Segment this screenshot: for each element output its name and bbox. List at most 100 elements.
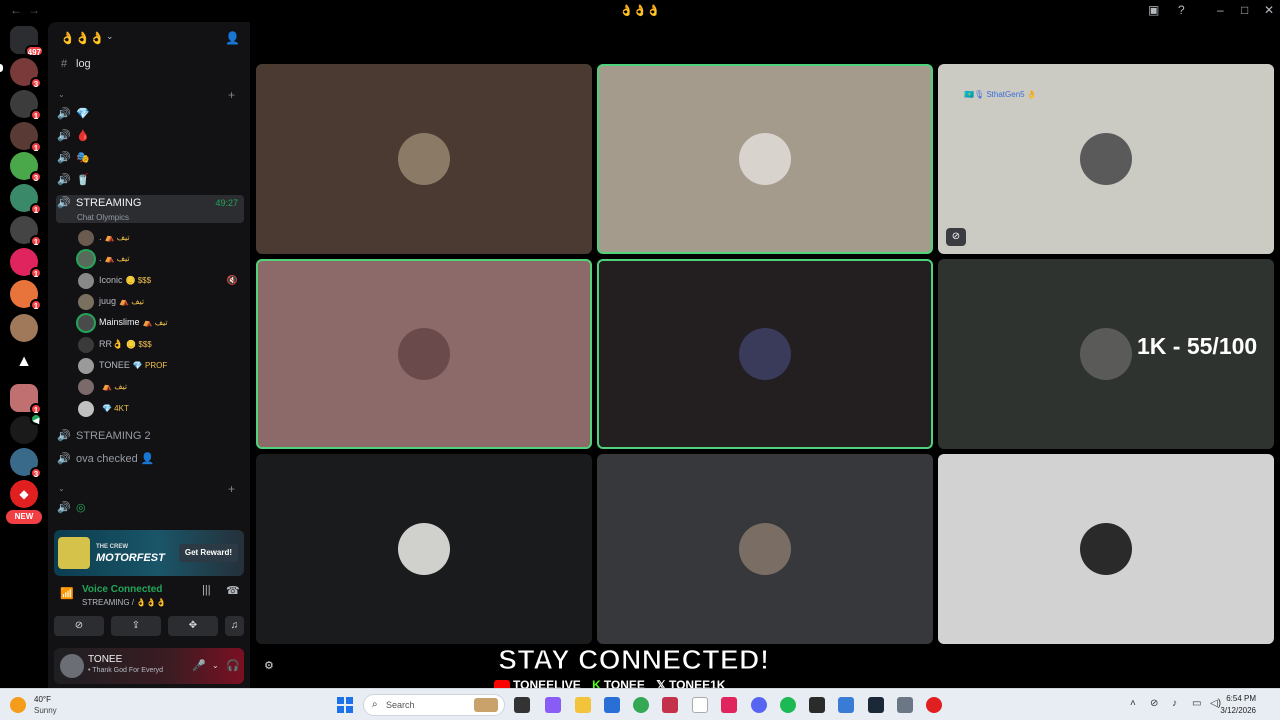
voice-member[interactable]: Mainslime ⛺ تیف bbox=[78, 313, 244, 332]
voice-connected-label[interactable]: Voice Connected bbox=[82, 584, 162, 595]
activities-button[interactable]: ✥ bbox=[168, 616, 218, 636]
disconnect-icon[interactable]: ☎ bbox=[226, 584, 240, 597]
voice-channel[interactable]: 🔊 ◎ bbox=[56, 498, 244, 518]
direct-messages-button[interactable]: 497 bbox=[10, 26, 44, 57]
video-tile[interactable] bbox=[597, 259, 933, 449]
volume-icon[interactable]: ◁) bbox=[1210, 698, 1221, 709]
voice-member[interactable]: . ⛺ تیف bbox=[78, 249, 244, 268]
voice-member[interactable]: juug ⛺ تیف bbox=[78, 292, 244, 311]
discord-taskbar-icon[interactable] bbox=[751, 697, 767, 713]
video-tile[interactable]: 🇰🇿🎙 SthatGen5 👌 ⊘ bbox=[938, 64, 1274, 254]
signal-icon[interactable]: 📶 bbox=[60, 587, 74, 600]
channel-log[interactable]: # log bbox=[56, 54, 244, 74]
store-icon[interactable] bbox=[604, 697, 620, 713]
noise-suppression-icon[interactable]: ||| bbox=[202, 584, 211, 596]
promo-game-title: THE CREW MOTORFEST bbox=[96, 544, 165, 564]
tray-chevron-icon[interactable]: ˄ bbox=[1130, 698, 1136, 709]
taskbar-clock[interactable]: 6:54 PM 3/12/2026 bbox=[1220, 693, 1256, 717]
app-icon[interactable] bbox=[662, 697, 678, 713]
channel-label: 🎭 bbox=[76, 152, 90, 164]
video-tile[interactable] bbox=[938, 454, 1274, 644]
category-chevron-icon[interactable]: ⌄ bbox=[58, 484, 65, 493]
create-channel-icon[interactable]: + bbox=[228, 88, 235, 102]
copilot-icon[interactable] bbox=[545, 697, 561, 713]
chrome-icon[interactable] bbox=[633, 697, 649, 713]
network-icon[interactable]: ⊘ bbox=[1150, 698, 1158, 709]
create-channel-icon[interactable]: + bbox=[228, 482, 235, 496]
app-icon[interactable] bbox=[721, 697, 737, 713]
server-icon[interactable]: ▲ bbox=[10, 348, 38, 376]
voice-member[interactable]: TONEE 💎 PROF bbox=[78, 356, 244, 375]
avatar bbox=[78, 378, 94, 395]
server-icon[interactable]: 3 bbox=[10, 152, 42, 183]
close-icon[interactable]: ✕ bbox=[1264, 3, 1274, 17]
voice-channel[interactable]: 🔊 🥤 bbox=[56, 170, 244, 190]
camera-toggle-button[interactable]: ⊘ bbox=[54, 616, 104, 636]
voice-channel-ova-checked[interactable]: 🔊 ova checked 👤 bbox=[56, 449, 244, 469]
voice-channel-streaming[interactable]: 🔊 STREAMING 49:27 Chat Olympics bbox=[56, 195, 244, 223]
inbox-icon[interactable]: ▣ bbox=[1148, 3, 1159, 17]
soundboard-button[interactable]: ♫ bbox=[225, 616, 244, 636]
terminal-icon[interactable] bbox=[809, 697, 825, 713]
video-tile[interactable] bbox=[597, 64, 933, 254]
voice-channel-streaming-2[interactable]: 🔊 STREAMING 2 bbox=[56, 426, 244, 446]
server-icon[interactable]: 1 bbox=[10, 280, 42, 311]
clock-date: 3/12/2026 bbox=[1220, 706, 1256, 715]
speaker-icon: 🔊 bbox=[57, 108, 71, 120]
minimize-icon[interactable]: – bbox=[1217, 3, 1224, 17]
server-icon[interactable] bbox=[10, 314, 38, 342]
spotify-icon[interactable] bbox=[780, 697, 796, 713]
app-icon[interactable] bbox=[926, 697, 942, 713]
get-reward-button[interactable]: Get Reward! bbox=[178, 544, 238, 562]
screen-share-button[interactable]: ⇪ bbox=[111, 616, 161, 636]
video-tile[interactable] bbox=[256, 259, 592, 449]
server-icon[interactable]: 3 bbox=[10, 448, 42, 479]
server-icon[interactable]: ◆ bbox=[10, 480, 38, 508]
add-member-icon[interactable]: 👤 bbox=[225, 31, 240, 45]
server-icon[interactable]: 1 bbox=[10, 384, 42, 415]
server-icon[interactable]: 1 bbox=[10, 184, 42, 215]
server-icon[interactable]: ◀ bbox=[10, 413, 42, 444]
task-view-icon[interactable] bbox=[514, 697, 530, 713]
app-icon[interactable] bbox=[838, 697, 854, 713]
unread-badge: 3 bbox=[30, 467, 42, 479]
settings-icon[interactable] bbox=[897, 697, 913, 713]
voice-channel[interactable]: 🔊 🩸 bbox=[56, 126, 244, 146]
chevron-down-icon: ⌄ bbox=[106, 31, 114, 41]
participant-name: 🇰🇿🎙 SthatGen5 👌 bbox=[964, 90, 1037, 99]
server-header[interactable]: 👌👌👌 ⌄ 👤 bbox=[48, 22, 250, 54]
server-icon[interactable]: 1 bbox=[10, 90, 42, 121]
server-icon[interactable]: 1 bbox=[10, 122, 42, 153]
server-icon[interactable]: 1 bbox=[10, 216, 42, 247]
voice-member[interactable]: ⛺ تیف bbox=[78, 377, 244, 396]
voice-location[interactable]: STREAMING / 👌👌👌 bbox=[82, 598, 166, 607]
file-explorer-icon[interactable] bbox=[575, 697, 591, 713]
category-chevron-icon[interactable]: ⌄ bbox=[58, 90, 65, 99]
display-icon[interactable]: ▭ bbox=[1192, 698, 1201, 709]
steam-icon[interactable] bbox=[868, 697, 884, 713]
weather-widget[interactable]: 40°F Sunny bbox=[10, 693, 70, 717]
member-name: TONEE bbox=[99, 360, 130, 370]
notepad-icon[interactable] bbox=[692, 697, 708, 713]
server-icon[interactable]: 1 bbox=[10, 248, 42, 279]
weather-condition: Sunny bbox=[34, 706, 57, 715]
mic-tray-icon[interactable]: ♪ bbox=[1172, 698, 1177, 709]
video-tile[interactable] bbox=[256, 64, 592, 254]
member-name: RR👌 bbox=[99, 339, 124, 349]
windows-start-icon[interactable] bbox=[337, 697, 353, 713]
voice-member[interactable]: . ⛺ تیف bbox=[78, 228, 244, 247]
video-tile[interactable] bbox=[256, 454, 592, 644]
voice-channel[interactable]: 🔊 💎 bbox=[56, 104, 244, 124]
taskbar-search[interactable]: ⌕ Search bbox=[363, 694, 505, 716]
voice-member[interactable]: 💎 4KT bbox=[78, 399, 244, 418]
voice-member[interactable]: RR👌 🪙 $$$ bbox=[78, 335, 244, 354]
stream-headline: STAY CONNECTED! bbox=[498, 644, 770, 676]
server-icon[interactable]: 3 bbox=[10, 58, 42, 89]
voice-channel[interactable]: 🔊 🎭 bbox=[56, 148, 244, 168]
maximize-icon[interactable]: □ bbox=[1241, 3, 1248, 17]
voice-member[interactable]: Iconic 🪙 $$$ 🔇 bbox=[78, 271, 244, 290]
server-rail: 497 3 1 1 3 1 1 1 1 ▲ 1 ◀ 3 ◆ NEW bbox=[0, 22, 48, 688]
game-promo-banner[interactable]: THE CREW MOTORFEST Get Reward! bbox=[54, 530, 244, 576]
video-tile[interactable] bbox=[597, 454, 933, 644]
help-icon[interactable]: ? bbox=[1178, 3, 1185, 17]
